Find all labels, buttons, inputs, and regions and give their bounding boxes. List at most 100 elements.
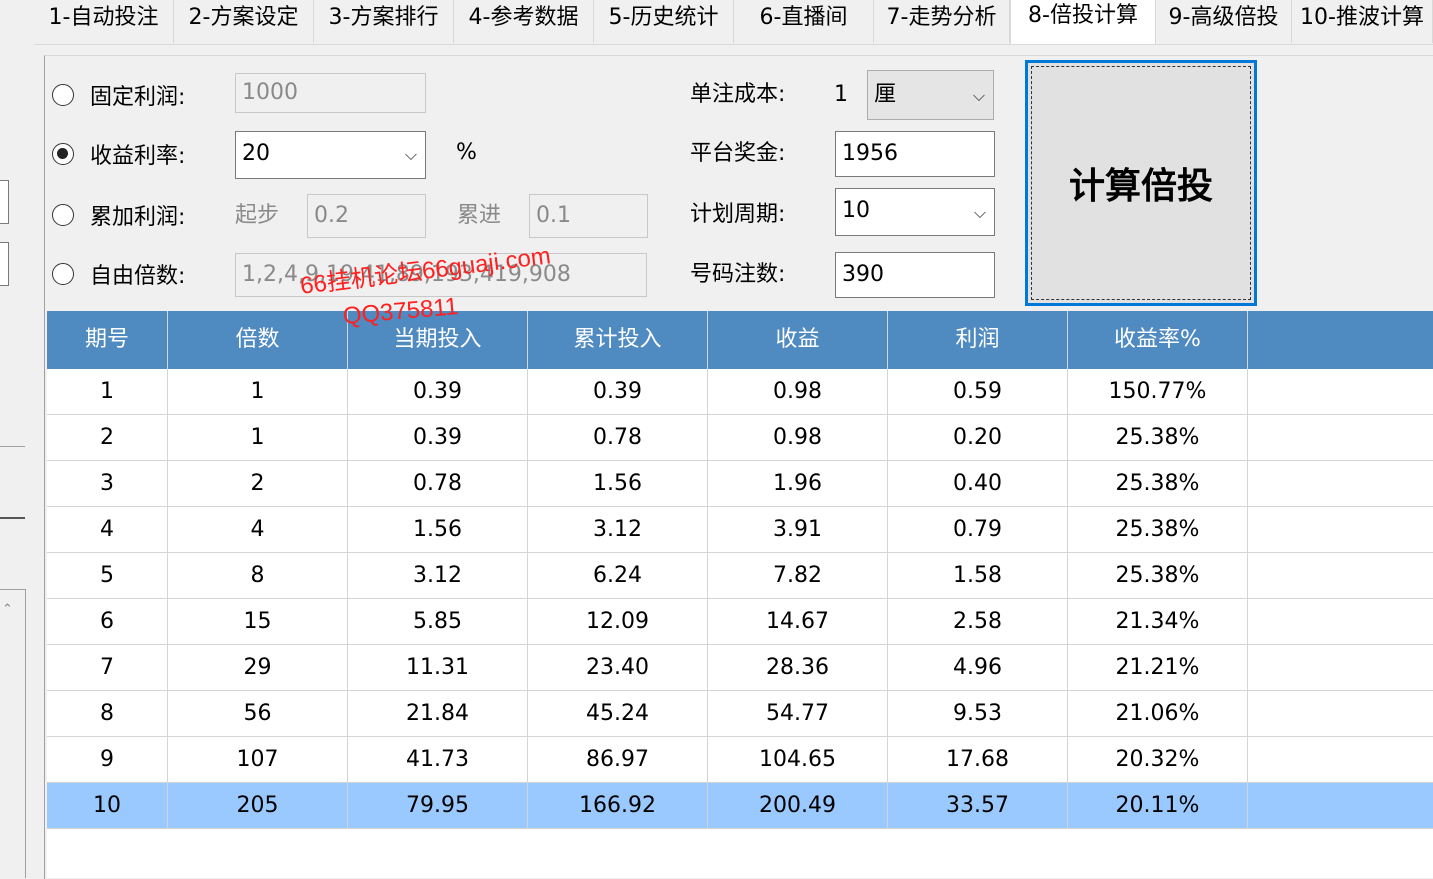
scroll-up-icon[interactable]: ⌃	[2, 603, 16, 617]
fixed-profit-option[interactable]: 固定利润:	[52, 79, 185, 111]
cell-period[interactable]: 1	[47, 369, 168, 414]
yield-rate-radio[interactable]	[52, 143, 74, 165]
column-header-period[interactable]: 期号	[47, 311, 168, 369]
tab-plan-settings[interactable]: 2-方案设定	[174, 0, 314, 43]
column-header-income[interactable]: 收益	[708, 311, 888, 369]
cell-total-investment[interactable]: 166.92	[528, 783, 708, 828]
cell-current-investment[interactable]: 11.31	[348, 645, 528, 690]
cell-yield-rate[interactable]: 25.38%	[1068, 415, 1248, 460]
cell-period[interactable]: 8	[47, 691, 168, 736]
cell-profit[interactable]: 4.96	[888, 645, 1068, 690]
cell-yield-rate[interactable]: 21.21%	[1068, 645, 1248, 690]
scrollbar-track[interactable]	[25, 589, 26, 878]
table-row[interactable]: 1 1 0.39 0.39 0.98 0.59 150.77%	[47, 369, 1433, 415]
unit-select[interactable]: 厘 ⌵	[867, 70, 994, 120]
table-row[interactable]: 10 205 79.95 166.92 200.49 33.57 20.11%	[47, 783, 1433, 829]
cell-current-investment[interactable]: 0.39	[348, 415, 528, 460]
chevron-down-icon[interactable]: ⌵	[973, 71, 985, 119]
cell-income[interactable]: 7.82	[708, 553, 888, 598]
cell-profit[interactable]: 0.20	[888, 415, 1068, 460]
cell-income[interactable]: 104.65	[708, 737, 888, 782]
cell-income[interactable]: 0.98	[708, 415, 888, 460]
left-field-2[interactable]	[0, 242, 9, 286]
column-header-yield-rate[interactable]: 收益率%	[1068, 311, 1248, 369]
cell-current-investment[interactable]: 79.95	[348, 783, 528, 828]
free-multiplier-option[interactable]: 自由倍数:	[52, 258, 185, 290]
cell-yield-rate[interactable]: 21.06%	[1068, 691, 1248, 736]
cell-multiplier[interactable]: 2	[168, 461, 348, 506]
table-row[interactable]: 6 15 5.85 12.09 14.67 2.58 21.34%	[47, 599, 1433, 645]
cell-total-investment[interactable]: 86.97	[528, 737, 708, 782]
cell-period[interactable]: 9	[47, 737, 168, 782]
tab-auto-bet[interactable]: 1-自动投注	[34, 0, 174, 43]
cell-multiplier[interactable]: 1	[168, 369, 348, 414]
tab-advanced-multiplier[interactable]: 9-高级倍投	[1156, 0, 1292, 43]
cell-income[interactable]: 3.91	[708, 507, 888, 552]
cell-yield-rate[interactable]: 25.38%	[1068, 507, 1248, 552]
cell-multiplier[interactable]: 4	[168, 507, 348, 552]
left-field-1[interactable]	[0, 180, 9, 224]
fixed-profit-input[interactable]: 1000	[235, 73, 426, 113]
start-input[interactable]: 0.2	[307, 194, 426, 238]
cell-period[interactable]: 4	[47, 507, 168, 552]
cell-current-investment[interactable]: 0.78	[348, 461, 528, 506]
cell-current-investment[interactable]: 21.84	[348, 691, 528, 736]
calculate-button[interactable]: 计算倍投	[1025, 60, 1257, 306]
column-header-profit[interactable]: 利润	[888, 311, 1068, 369]
cell-total-investment[interactable]: 0.78	[528, 415, 708, 460]
tab-plan-ranking[interactable]: 3-方案排行	[314, 0, 454, 43]
cell-period[interactable]: 7	[47, 645, 168, 690]
cell-multiplier[interactable]: 8	[168, 553, 348, 598]
cell-yield-rate[interactable]: 21.34%	[1068, 599, 1248, 644]
cell-profit[interactable]: 1.58	[888, 553, 1068, 598]
cell-current-investment[interactable]: 41.73	[348, 737, 528, 782]
cumulative-profit-option[interactable]: 累加利润:	[52, 199, 185, 231]
cell-total-investment[interactable]: 0.39	[528, 369, 708, 414]
cell-current-investment[interactable]: 5.85	[348, 599, 528, 644]
cell-income[interactable]: 0.98	[708, 369, 888, 414]
cell-total-investment[interactable]: 6.24	[528, 553, 708, 598]
cell-profit[interactable]: 2.58	[888, 599, 1068, 644]
cell-yield-rate[interactable]: 25.38%	[1068, 553, 1248, 598]
cell-yield-rate[interactable]: 25.38%	[1068, 461, 1248, 506]
cell-income[interactable]: 14.67	[708, 599, 888, 644]
tab-multiplier-calc[interactable]: 8-倍投计算	[1010, 0, 1156, 44]
column-header-multiplier[interactable]: 倍数	[168, 311, 348, 369]
step-input[interactable]: 0.1	[529, 194, 648, 238]
platform-prize-input[interactable]: 1956	[835, 131, 995, 177]
table-row[interactable]: 7 29 11.31 23.40 28.36 4.96 21.21%	[47, 645, 1433, 691]
cell-total-investment[interactable]: 1.56	[528, 461, 708, 506]
cell-period[interactable]: 6	[47, 599, 168, 644]
cell-current-investment[interactable]: 0.39	[348, 369, 528, 414]
tab-trend-analysis[interactable]: 7-走势分析	[874, 0, 1010, 43]
cell-multiplier[interactable]: 15	[168, 599, 348, 644]
cell-profit[interactable]: 33.57	[888, 783, 1068, 828]
table-row[interactable]: 8 56 21.84 45.24 54.77 9.53 21.06%	[47, 691, 1433, 737]
cell-period[interactable]: 5	[47, 553, 168, 598]
cell-multiplier[interactable]: 29	[168, 645, 348, 690]
column-header-total-investment[interactable]: 累计投入	[528, 311, 708, 369]
cell-profit[interactable]: 0.79	[888, 507, 1068, 552]
tab-live-room[interactable]: 6-直播间	[734, 0, 874, 43]
cell-period[interactable]: 2	[47, 415, 168, 460]
cell-period[interactable]: 3	[47, 461, 168, 506]
table-row[interactable]: 4 4 1.56 3.12 3.91 0.79 25.38%	[47, 507, 1433, 553]
cell-multiplier[interactable]: 1	[168, 415, 348, 460]
yield-rate-option[interactable]: 收益利率:	[52, 138, 185, 170]
free-multiplier-radio[interactable]	[52, 263, 74, 285]
cell-current-investment[interactable]: 3.12	[348, 553, 528, 598]
cell-profit[interactable]: 0.59	[888, 369, 1068, 414]
cell-period[interactable]: 10	[47, 783, 168, 828]
cell-total-investment[interactable]: 45.24	[528, 691, 708, 736]
cell-current-investment[interactable]: 1.56	[348, 507, 528, 552]
cell-income[interactable]: 54.77	[708, 691, 888, 736]
plan-period-select[interactable]: 10 ⌵	[835, 188, 995, 236]
fixed-profit-radio[interactable]	[52, 84, 74, 106]
cell-income[interactable]: 1.96	[708, 461, 888, 506]
cumulative-profit-radio[interactable]	[52, 204, 74, 226]
cell-multiplier[interactable]: 205	[168, 783, 348, 828]
cell-total-investment[interactable]: 23.40	[528, 645, 708, 690]
cell-yield-rate[interactable]: 20.32%	[1068, 737, 1248, 782]
cell-profit[interactable]: 0.40	[888, 461, 1068, 506]
cell-profit[interactable]: 17.68	[888, 737, 1068, 782]
